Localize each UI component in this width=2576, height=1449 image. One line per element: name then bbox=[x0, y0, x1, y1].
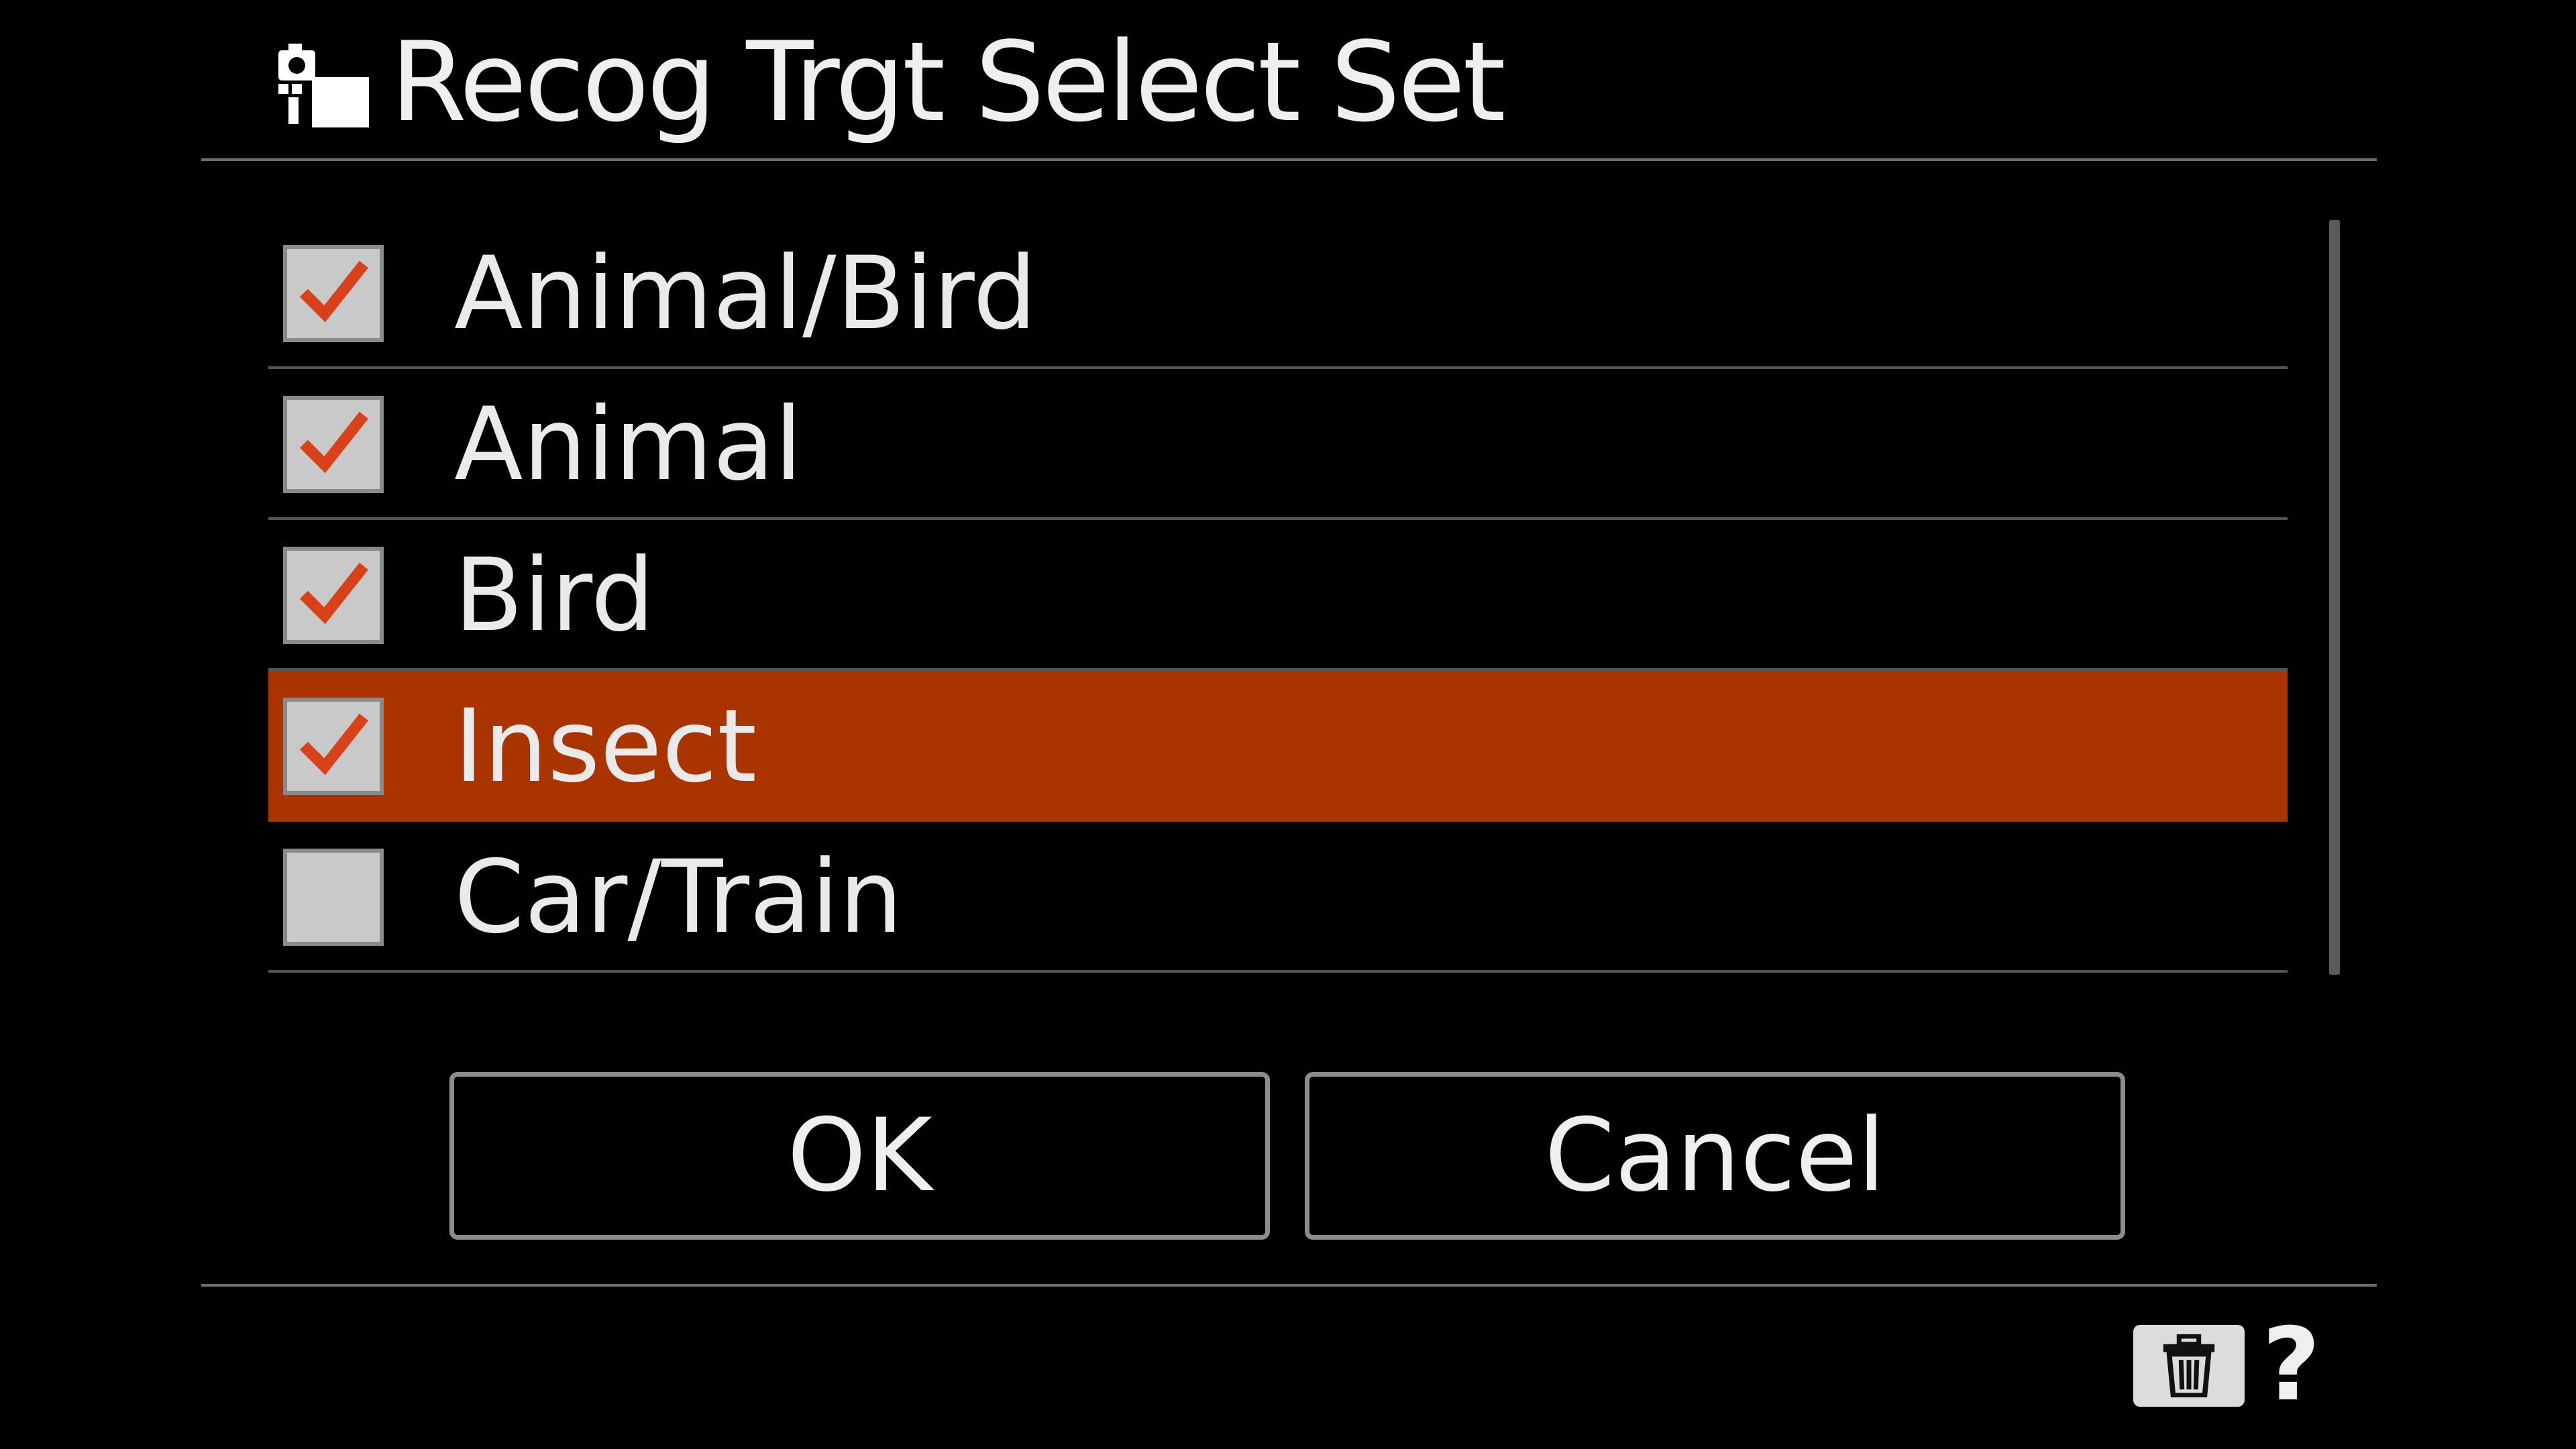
list-item-label: Bird bbox=[454, 537, 655, 654]
title-bar: Recog Trgt Select Set bbox=[201, 0, 2377, 161]
footer-divider bbox=[201, 1284, 2377, 1287]
camera-focus-target-icon bbox=[278, 44, 369, 127]
list-item-car-train[interactable]: Car/Train bbox=[268, 822, 2288, 973]
checkbox-animal-bird[interactable] bbox=[283, 245, 384, 342]
checkmark-icon bbox=[299, 411, 368, 474]
checkbox-car-train[interactable] bbox=[283, 849, 384, 946]
list-item-label: Car/Train bbox=[454, 839, 903, 956]
cancel-button[interactable]: Cancel bbox=[1305, 1072, 2125, 1240]
page-title: Recog Trgt Select Set bbox=[390, 18, 1506, 146]
checkmark-icon bbox=[299, 562, 368, 625]
list-item-animal-bird[interactable]: Animal/Bird bbox=[268, 218, 2288, 369]
list-item-label: Animal/Bird bbox=[454, 235, 1037, 352]
scrollbar-thumb[interactable] bbox=[2329, 220, 2340, 975]
list-item-animal[interactable]: Animal bbox=[268, 369, 2288, 520]
delete-key[interactable] bbox=[2133, 1325, 2245, 1407]
list-item-label: Insect bbox=[454, 688, 757, 805]
checkbox-bird[interactable] bbox=[283, 547, 384, 644]
list-item-bird[interactable]: Bird bbox=[268, 520, 2288, 671]
target-list: Animal/Bird Animal Bird Insect Car/Train bbox=[268, 218, 2288, 973]
list-item-insect[interactable]: Insect bbox=[268, 671, 2288, 822]
help-icon[interactable]: ? bbox=[2262, 1315, 2320, 1415]
ok-button[interactable]: OK bbox=[449, 1072, 1270, 1240]
checkmark-icon bbox=[299, 260, 368, 323]
checkmark-icon bbox=[299, 713, 368, 775]
checkbox-animal[interactable] bbox=[283, 396, 384, 493]
list-scrollbar[interactable] bbox=[2328, 220, 2341, 975]
list-item-label: Animal bbox=[454, 386, 803, 503]
trash-icon bbox=[2163, 1334, 2215, 1397]
checkbox-insect[interactable] bbox=[283, 698, 384, 795]
